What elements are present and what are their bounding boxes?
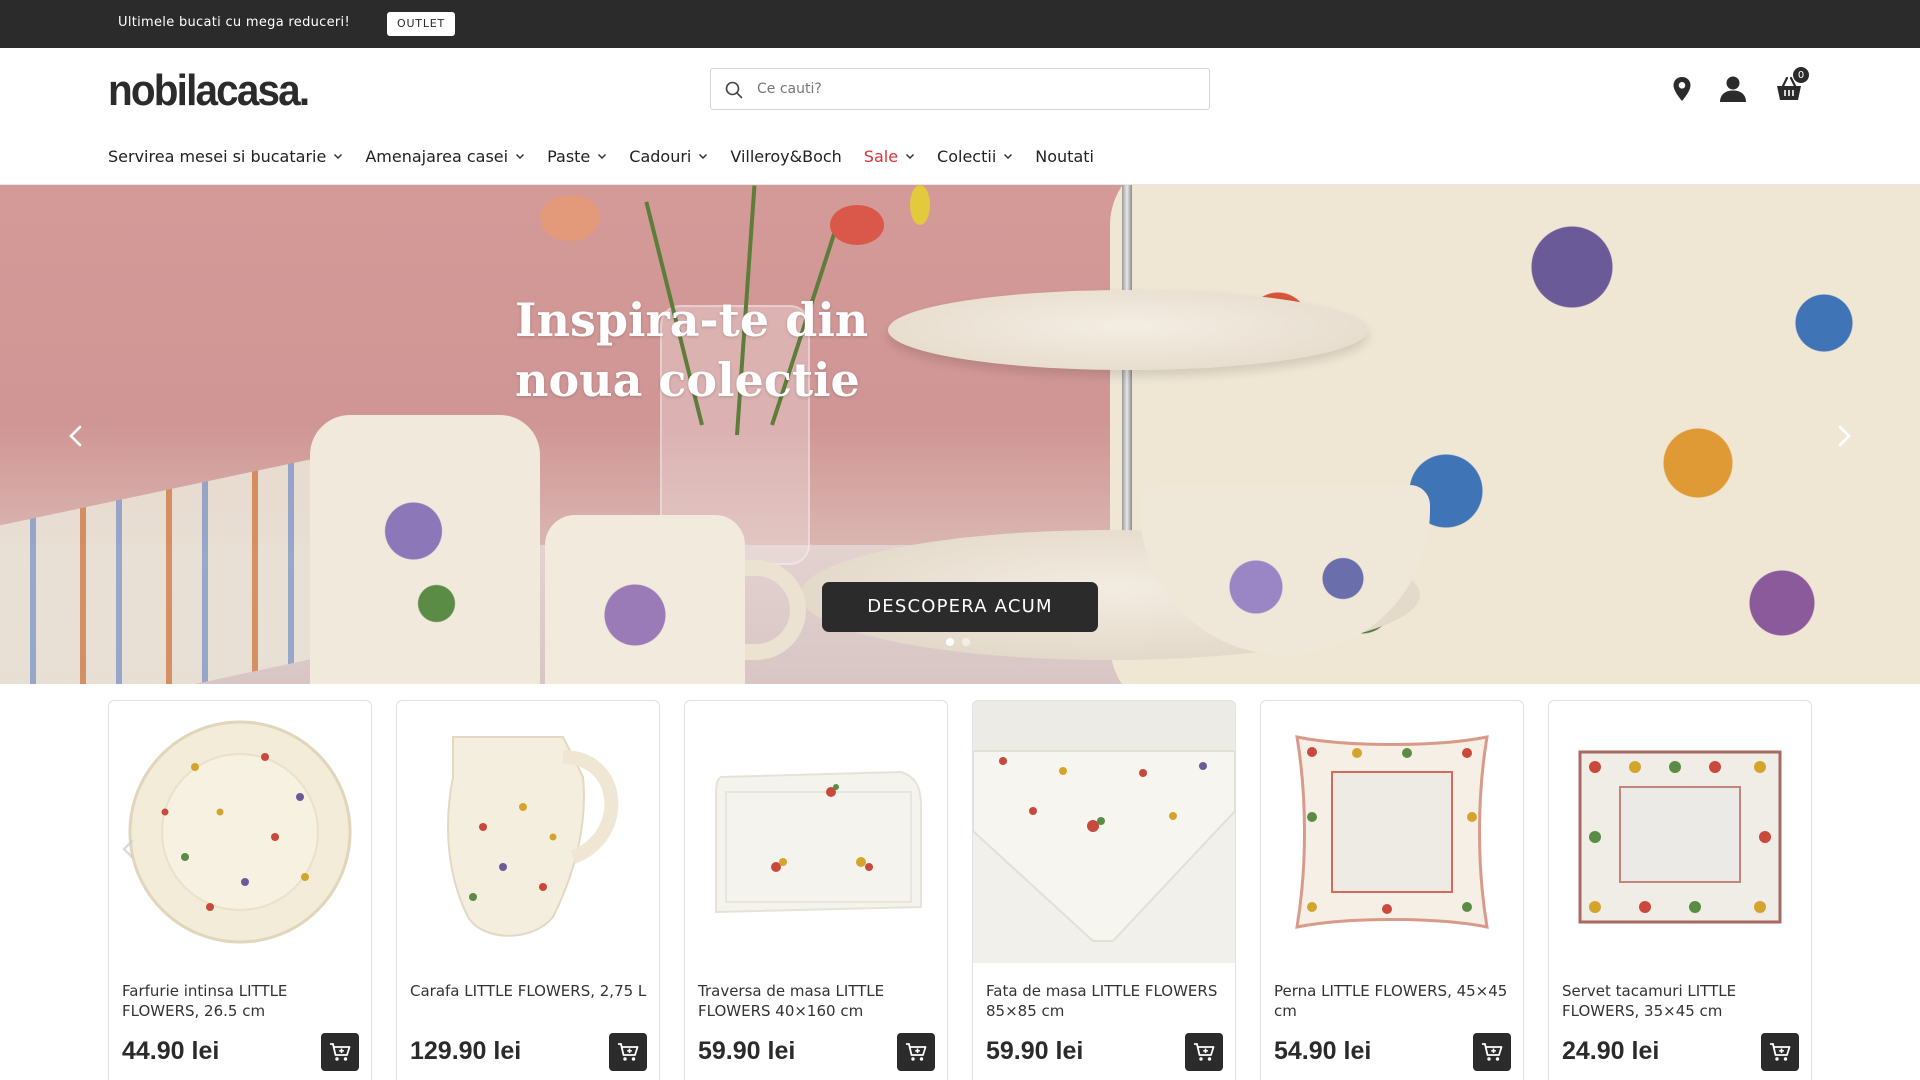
nav-item-amenajarea-casei[interactable]: Amenajarea casei — [365, 147, 525, 166]
product-card[interactable]: Carafa LITTLE FLOWERS, 2,75 L 129.90 lei — [396, 700, 660, 1080]
product-price: 54.90 lei — [1274, 1037, 1372, 1065]
hero-flower — [540, 195, 600, 241]
hero-jug-image — [310, 415, 540, 684]
site-logo[interactable]: nobilacasa. — [108, 66, 310, 116]
product-image[interactable] — [1549, 701, 1811, 963]
product-price: 59.90 lei — [986, 1037, 1084, 1065]
carousel-dot[interactable] — [946, 638, 954, 646]
nav-item-servirea-mesei[interactable]: Servirea mesei si bucatarie — [108, 147, 343, 166]
hero-plate-image — [888, 290, 1368, 370]
promo-text: Ultimele bucati cu mega reduceri! — [118, 15, 350, 30]
add-to-cart-button[interactable] — [609, 1033, 647, 1071]
hero-title: Inspira-te din noua colectie — [515, 290, 868, 410]
product-price: 129.90 lei — [410, 1037, 522, 1065]
carousel-next-arrow-icon[interactable] — [1830, 422, 1858, 450]
cart-button[interactable]: 0 — [1772, 66, 1810, 106]
add-to-cart-icon — [1194, 1043, 1215, 1061]
nav-item-colectii[interactable]: Colectii — [937, 147, 1013, 166]
nav-item-label: Servirea mesei si bucatarie — [108, 146, 327, 166]
chevron-down-icon — [1004, 153, 1013, 160]
products-prev-arrow-icon[interactable] — [118, 838, 140, 860]
carousel-dots — [946, 638, 970, 646]
add-to-cart-icon — [1482, 1043, 1503, 1061]
store-locator-button[interactable] — [1665, 72, 1699, 106]
product-image[interactable] — [973, 701, 1235, 963]
location-pin-icon — [1673, 77, 1691, 101]
nav-item-label: Sale — [863, 146, 899, 166]
chevron-down-icon — [516, 153, 525, 160]
product-image[interactable] — [1261, 701, 1523, 963]
nav-item-label: Noutati — [1035, 146, 1094, 166]
hero-title-line: noua colectie — [515, 353, 860, 407]
hero-flower — [910, 185, 930, 225]
hero-carousel[interactable]: Inspira-te din noua colectie DESCOPERA A… — [0, 185, 1920, 684]
product-card[interactable]: Servet tacamuri LITTLE FLOWERS, 35×45 cm… — [1548, 700, 1812, 1080]
product-price: 59.90 lei — [698, 1037, 796, 1065]
nav-item-sale[interactable]: Sale — [864, 147, 915, 166]
product-image[interactable] — [685, 701, 947, 963]
nav-item-label: Amenajarea casei — [365, 146, 509, 166]
nav-item-label: Cadouri — [629, 146, 692, 166]
nav-item-label: Villeroy&Boch — [730, 146, 842, 166]
carousel-prev-arrow-icon[interactable] — [62, 422, 90, 450]
add-to-cart-icon — [1770, 1043, 1791, 1061]
outlet-button[interactable]: OUTLET — [387, 12, 456, 36]
add-to-cart-icon — [906, 1043, 927, 1061]
add-to-cart-icon — [330, 1043, 351, 1061]
product-card[interactable]: Farfurie intinsa LITTLE FLOWERS, 26.5 cm… — [108, 700, 372, 1080]
nav-item-cadouri[interactable]: Cadouri — [629, 147, 708, 166]
nav-item-label: Paste — [547, 146, 591, 166]
add-to-cart-icon — [618, 1043, 639, 1061]
add-to-cart-button[interactable] — [1761, 1033, 1799, 1071]
hero-mug-image — [545, 515, 745, 684]
discover-now-button[interactable]: DESCOPERA ACUM — [822, 582, 1098, 632]
product-price: 44.90 lei — [122, 1037, 220, 1065]
nav-item-label: Colectii — [937, 146, 997, 166]
main-navigation: Servirea mesei si bucatarie Amenajarea c… — [108, 144, 1116, 168]
add-to-cart-button[interactable] — [897, 1033, 935, 1071]
chevron-down-icon — [699, 153, 708, 160]
account-button[interactable] — [1716, 72, 1750, 106]
product-price: 24.90 lei — [1562, 1037, 1660, 1065]
hero-title-line: Inspira-te din — [515, 293, 869, 347]
products-next-arrow-icon[interactable] — [1780, 838, 1802, 860]
search-icon — [725, 81, 743, 99]
product-card[interactable]: Perna LITTLE FLOWERS, 45×45 cm 54.90 lei — [1260, 700, 1524, 1080]
product-name[interactable]: Fata de masa LITTLE FLOWERS 85×85 cm — [986, 981, 1226, 1021]
product-name[interactable]: Servet tacamuri LITTLE FLOWERS, 35×45 cm — [1562, 981, 1802, 1021]
product-image[interactable] — [397, 701, 659, 963]
add-to-cart-button[interactable] — [1473, 1033, 1511, 1071]
chevron-down-icon — [334, 153, 343, 160]
product-image[interactable] — [109, 701, 371, 963]
chevron-down-icon — [598, 153, 607, 160]
product-carousel: Farfurie intinsa LITTLE FLOWERS, 26.5 cm… — [108, 700, 1812, 1080]
nav-item-noutati[interactable]: Noutati — [1035, 147, 1094, 166]
product-name[interactable]: Perna LITTLE FLOWERS, 45×45 cm — [1274, 981, 1514, 1021]
add-to-cart-button[interactable] — [321, 1033, 359, 1071]
carousel-dot[interactable] — [962, 638, 970, 646]
product-name[interactable]: Carafa LITTLE FLOWERS, 2,75 L — [410, 981, 650, 1001]
product-name[interactable]: Farfurie intinsa LITTLE FLOWERS, 26.5 cm — [122, 981, 362, 1021]
nav-item-paste[interactable]: Paste — [547, 147, 607, 166]
nav-item-villeroy-boch[interactable]: Villeroy&Boch — [730, 147, 841, 166]
chevron-down-icon — [906, 153, 915, 160]
search-box[interactable] — [710, 68, 1210, 110]
search-input[interactable] — [757, 69, 1197, 109]
add-to-cart-button[interactable] — [1185, 1033, 1223, 1071]
product-card[interactable]: Traversa de masa LITTLE FLOWERS 40×160 c… — [684, 700, 948, 1080]
cart-count-badge: 0 — [1792, 66, 1810, 84]
user-icon — [1720, 76, 1746, 102]
top-announcement-bar: Ultimele bucati cu mega reduceri! OUTLET — [0, 0, 1920, 48]
product-name[interactable]: Traversa de masa LITTLE FLOWERS 40×160 c… — [698, 981, 938, 1021]
hero-flower — [830, 205, 884, 245]
product-card[interactable]: Fata de masa LITTLE FLOWERS 85×85 cm 59.… — [972, 700, 1236, 1080]
